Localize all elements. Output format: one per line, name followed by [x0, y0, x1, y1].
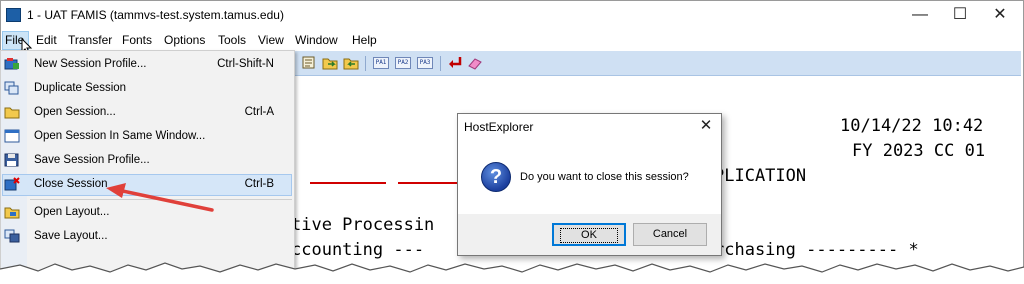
receive-file-icon[interactable] [343, 55, 359, 70]
maximize-button[interactable]: ☐ [940, 4, 980, 26]
menu-tools[interactable]: Tools [218, 33, 246, 47]
menu-help[interactable]: Help [352, 33, 377, 47]
menu-bar [1, 30, 1021, 50]
menu-item-save-session-profile[interactable]: Save Session Profile... [34, 154, 150, 166]
menu-item-open-layout[interactable]: Open Layout... [34, 206, 109, 218]
terminal-red-underline [398, 182, 458, 184]
save-icon [4, 153, 19, 167]
ok-button-label: OK [560, 228, 618, 243]
properties-icon[interactable] [301, 55, 317, 70]
menu-item-close-session[interactable]: Close Session [34, 178, 108, 190]
close-session-icon [4, 177, 20, 191]
menu-item-save-layout[interactable]: Save Layout... [34, 230, 108, 242]
save-layout-icon [4, 229, 20, 243]
menu-edit[interactable]: Edit [36, 33, 57, 47]
menu-item-new-session-profile[interactable]: New Session Profile... [34, 58, 147, 70]
menu-item-open-session[interactable]: Open Session... [34, 106, 116, 118]
open-folder-icon [4, 107, 20, 119]
menu-options[interactable]: Options [164, 33, 205, 47]
toolbar-separator [365, 56, 366, 71]
terminal-fiscal-year: FY 2023 CC 01 [852, 141, 986, 161]
send-file-icon[interactable] [322, 55, 338, 70]
pa3-key-button[interactable]: PA3 [417, 57, 433, 69]
question-icon: ? [481, 162, 511, 192]
duplicate-session-icon [4, 81, 19, 95]
terminal-application-title: PLICATION [714, 166, 807, 186]
terminal-processing-line: tive Processin [291, 215, 435, 235]
ok-button[interactable]: OK [552, 223, 626, 246]
menu-item-open-session-same-window[interactable]: Open Session In Same Window... [34, 130, 205, 142]
window-icon [4, 129, 20, 143]
shortcut-new-session-profile: Ctrl-Shift-N [217, 58, 274, 70]
menu-item-duplicate-session[interactable]: Duplicate Session [34, 82, 126, 94]
app-icon [6, 8, 21, 22]
dialog-close-button[interactable]: ✕ [693, 114, 719, 138]
pa1-key-button[interactable]: PA1 [373, 57, 389, 69]
dialog-message: Do you want to close this session? [520, 171, 689, 183]
window-title: 1 - UAT FAMIS (tammvs-test.system.tamus.… [27, 8, 284, 22]
terminal-red-underline [310, 182, 386, 184]
new-session-icon [4, 58, 19, 70]
annotation-arrow-icon [106, 183, 214, 212]
shortcut-open-session: Ctrl-A [244, 106, 274, 118]
open-layout-icon [4, 207, 20, 219]
toolbar-separator [440, 56, 441, 71]
eraser-icon[interactable] [467, 55, 483, 70]
menu-transfer[interactable]: Transfer [68, 33, 112, 47]
enter-return-icon[interactable] [447, 55, 463, 70]
menu-fonts[interactable]: Fonts [122, 33, 152, 47]
menu-view[interactable]: View [258, 33, 284, 47]
terminal-datetime: 10/14/22 10:42 [840, 116, 984, 136]
torn-edge [0, 262, 1024, 284]
dialog-title: HostExplorer [464, 120, 534, 134]
minimize-button[interactable]: — [900, 4, 940, 26]
close-window-button[interactable]: ✕ [980, 4, 1020, 26]
pa2-key-button[interactable]: PA2 [395, 57, 411, 69]
menu-window[interactable]: Window [295, 33, 338, 47]
cancel-button[interactable]: Cancel [633, 223, 707, 246]
